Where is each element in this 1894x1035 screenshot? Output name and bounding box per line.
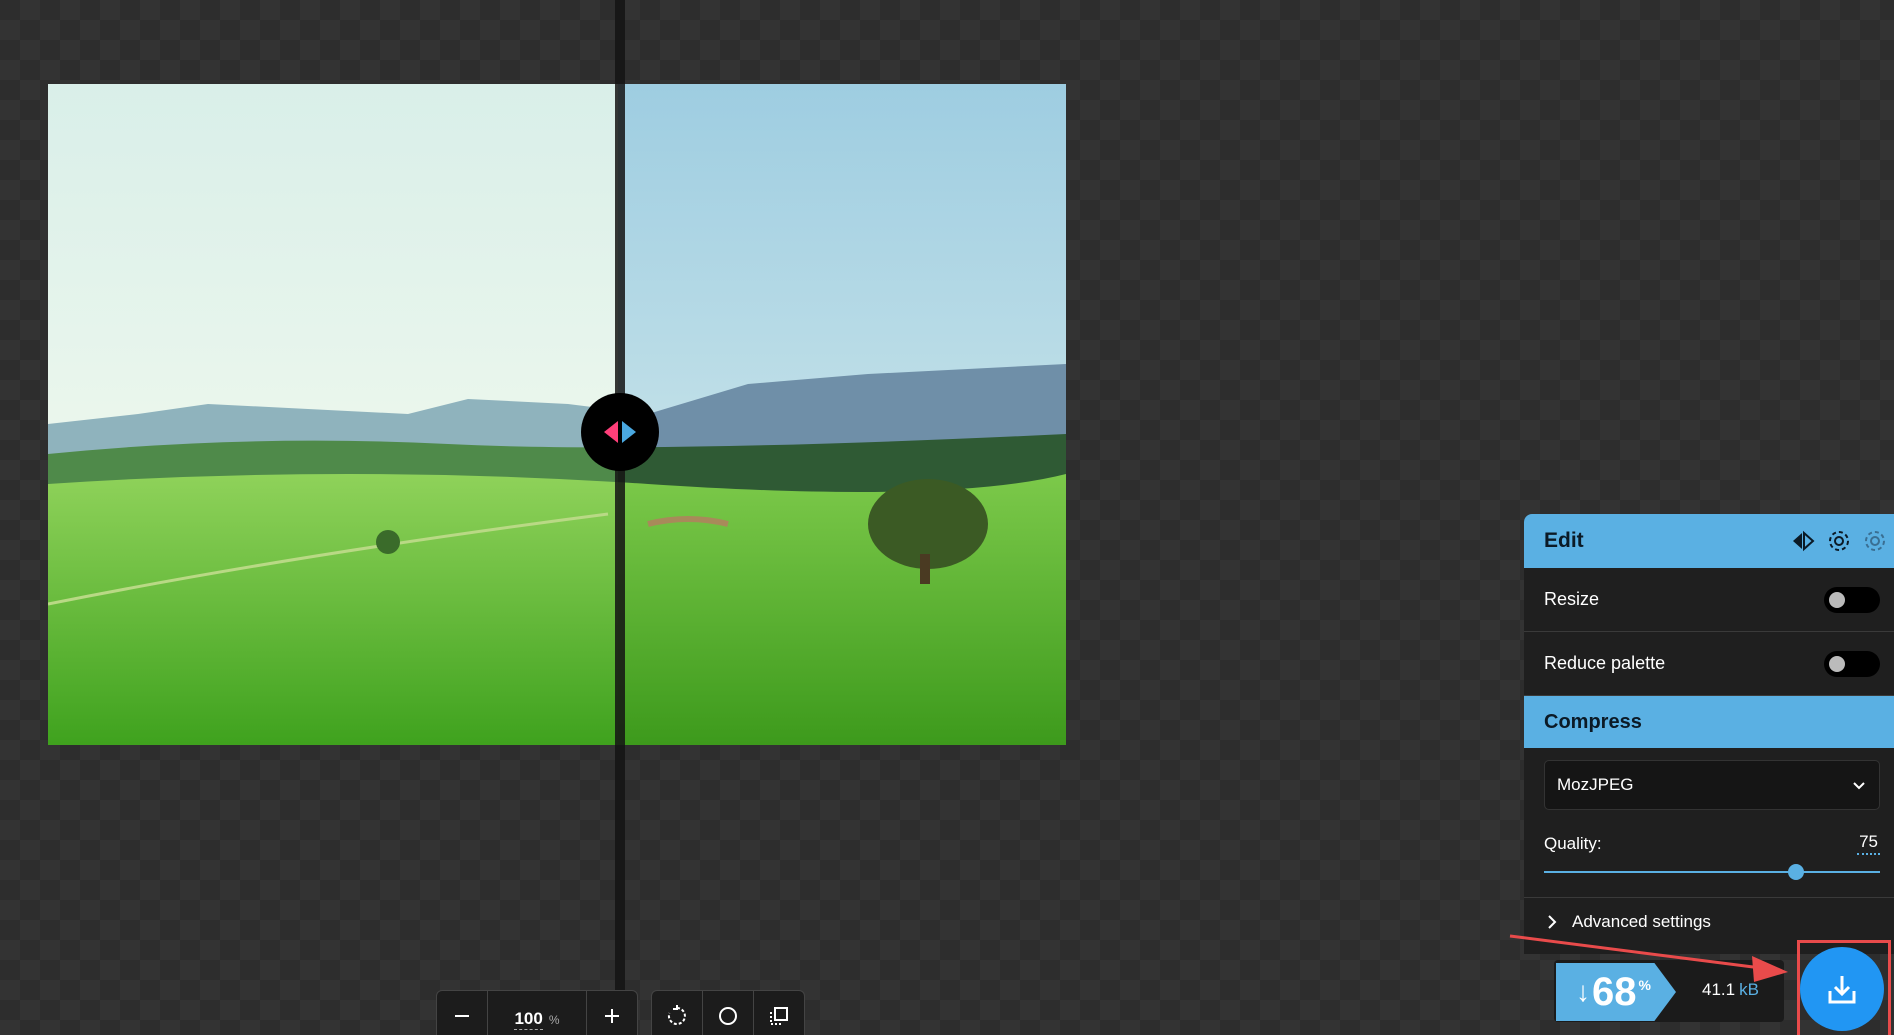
compress-title: Compress — [1544, 710, 1642, 733]
down-arrow-icon: ↓ — [1576, 976, 1590, 1007]
compress-header: Compress — [1524, 696, 1894, 748]
edit-title: Edit — [1544, 529, 1584, 552]
compare-divider[interactable] — [615, 0, 625, 1000]
reduce-palette-toggle[interactable] — [1824, 650, 1880, 677]
savings-unit: % — [1638, 977, 1651, 993]
advanced-settings-toggle[interactable]: Advanced settings — [1524, 897, 1894, 946]
zoom-in-button[interactable] — [586, 991, 637, 1035]
circle-icon — [719, 1007, 737, 1025]
copy-settings-button[interactable] — [1826, 528, 1852, 554]
quality-value-input[interactable]: 75 — [1857, 832, 1880, 855]
resize-toggle[interactable] — [1824, 586, 1880, 613]
view-toolbar — [651, 990, 805, 1035]
zoom-value[interactable]: 100 — [514, 1009, 543, 1030]
chevron-right-icon — [1548, 915, 1557, 929]
quality-slider-track — [1544, 871, 1880, 873]
original-image — [48, 84, 618, 745]
file-size-unit: kB — [1739, 980, 1759, 999]
edit-header: Edit — [1524, 514, 1894, 568]
swap-arrows-icon — [604, 421, 636, 443]
result-bar: ↓ 68 % 41.1 kB — [1554, 960, 1784, 1022]
reduce-palette-label: Reduce palette — [1544, 653, 1666, 673]
zoom-unit: % — [548, 1012, 560, 1027]
resize-label: Resize — [1544, 589, 1600, 609]
settings-panel: Edit Resize Reduce palette Compress MozJ… — [1524, 514, 1894, 954]
quality-row: Quality: 75 — [1544, 832, 1880, 855]
rotate-button[interactable] — [652, 991, 702, 1035]
chevron-down-icon — [1853, 782, 1865, 790]
rotate-icon — [667, 1005, 686, 1025]
file-size-value: 41.1 — [1702, 980, 1736, 999]
compare-handle[interactable] — [581, 393, 659, 471]
advanced-settings-label: Advanced settings — [1572, 912, 1711, 931]
settings-icon — [1829, 531, 1849, 551]
savings-value: 68 — [1592, 969, 1637, 1014]
file-size: 41.1 kB — [1702, 980, 1759, 1000]
download-icon — [1828, 976, 1856, 1004]
quality-slider-thumb[interactable] — [1788, 864, 1804, 880]
settings-icon — [1865, 531, 1885, 551]
zoom-out-button[interactable] — [437, 991, 488, 1035]
zoom-level[interactable]: 100 % — [488, 1003, 586, 1030]
swap-sides-icon — [1793, 530, 1815, 552]
savings-badge: ↓ 68 % — [1556, 963, 1676, 1021]
resize-row: Resize — [1524, 568, 1894, 632]
crop-icon — [770, 1007, 788, 1025]
plus-icon — [605, 1009, 619, 1023]
crop-button[interactable] — [753, 991, 804, 1035]
reduce-palette-row: Reduce palette — [1524, 632, 1894, 696]
codec-select[interactable]: MozJPEG — [1544, 760, 1880, 810]
compressed-image — [618, 84, 1066, 745]
background-toggle-button[interactable] — [702, 991, 753, 1035]
zoom-toolbar: 100 % — [436, 990, 638, 1035]
download-button[interactable] — [1800, 947, 1884, 1031]
import-settings-button[interactable] — [1862, 528, 1888, 554]
codec-value: MozJPEG — [1557, 775, 1634, 794]
minus-icon — [455, 1015, 469, 1017]
image-compare-viewer[interactable] — [48, 84, 1066, 745]
quality-slider[interactable] — [1544, 863, 1880, 881]
swap-sides-button[interactable] — [1790, 528, 1816, 554]
quality-label: Quality: — [1544, 833, 1602, 853]
